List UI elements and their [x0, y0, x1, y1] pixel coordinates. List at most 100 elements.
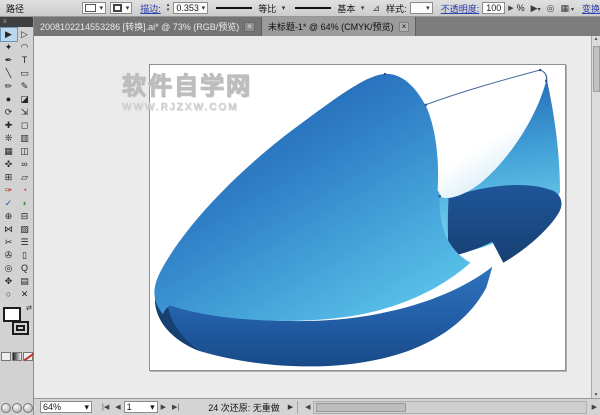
gradient-mode-button[interactable] — [12, 352, 22, 361]
scroll-right-icon[interactable]: ▶ — [592, 403, 597, 411]
column-graph-tool[interactable]: ▥ — [17, 132, 33, 145]
stroke-weight-select[interactable]: 0.353 ▾ — [173, 2, 208, 14]
tools-panel-header[interactable]: ≡ — [0, 17, 33, 27]
hand-tool[interactable]: ✥ — [1, 275, 17, 288]
zoom-tool[interactable]: Q — [17, 262, 33, 275]
page-number-value: 1 — [127, 402, 132, 412]
live-paint-selection-tool[interactable]: ◗ — [17, 197, 33, 210]
scissors-tool[interactable]: ✂ — [1, 236, 17, 249]
select-similar-icon[interactable]: ▶▾ — [531, 3, 541, 14]
width-profile-select[interactable]: 等比 ▾ — [256, 2, 287, 14]
stroke-weight-value: 0.353 — [176, 3, 199, 13]
width-profile-label: 等比 — [258, 2, 276, 15]
fill-color-swatch[interactable] — [3, 307, 21, 322]
eraser-tool[interactable]: ◪ — [17, 93, 33, 106]
none-mode-button[interactable] — [23, 352, 33, 361]
shoe-illustration[interactable] — [150, 65, 565, 370]
spinner-down-icon[interactable]: ▾ — [167, 8, 170, 13]
lasso-tool[interactable]: ◠ — [17, 41, 33, 54]
next-page-button[interactable]: ▶ — [161, 403, 166, 411]
recolor-artwork-icon[interactable]: ◎ — [547, 3, 555, 14]
artboard-tool[interactable]: ⊕ — [1, 210, 17, 223]
gradient-tool[interactable]: ◫ — [17, 145, 33, 158]
stroke-weight-stepper[interactable]: ▴ ▾ — [167, 3, 170, 13]
close-icon[interactable]: × — [399, 22, 410, 32]
screen-mode-row — [0, 403, 34, 413]
eyedropper-tool[interactable]: ✜ — [1, 158, 17, 171]
graph-style-tool[interactable]: ▤ — [17, 275, 33, 288]
shear-tool[interactable]: ▨ — [17, 223, 33, 236]
percent-label: % — [517, 3, 525, 13]
delete-anchor-tool[interactable]: ✕ — [17, 288, 33, 301]
shoe-heel-block[interactable] — [448, 185, 562, 263]
rotate-view-tool[interactable]: ◎ — [1, 262, 17, 275]
mesh-tool[interactable]: ▦ — [1, 145, 17, 158]
brush-definition-select[interactable]: 基本 ▾ — [335, 2, 366, 14]
perspective-grid-tool[interactable]: ▱ — [17, 171, 33, 184]
ellipse-tool[interactable]: ○ — [1, 288, 17, 301]
last-page-button[interactable]: ▶| — [172, 403, 179, 411]
envelope-distort-tool[interactable]: ⋈ — [1, 223, 17, 236]
scroll-up-icon[interactable]: ▲ — [594, 36, 599, 42]
vertical-scroll-thumb[interactable] — [593, 46, 600, 92]
color-mode-button[interactable] — [1, 352, 11, 361]
document-tab-2[interactable]: 未标题-1* @ 64% (CMYK/预览) × — [262, 17, 416, 36]
paintbrush-tool[interactable]: ✏ — [1, 80, 17, 93]
live-paint-bucket-tool[interactable]: ✓ — [1, 197, 17, 210]
vertical-scrollbar[interactable]: ▲ ▼ — [591, 36, 600, 398]
close-icon[interactable]: × — [244, 22, 255, 32]
transform-link[interactable]: 变换 — [582, 2, 600, 15]
slice-tool[interactable]: ⊟ — [17, 210, 33, 223]
line-segment-tool[interactable]: ╲ — [1, 67, 17, 80]
shoe-vamp[interactable] — [154, 74, 470, 321]
screen-mode-full-button[interactable] — [23, 403, 33, 413]
pen-tool[interactable]: ✒ — [1, 54, 17, 67]
first-page-button[interactable]: |◀ — [102, 403, 109, 411]
horizontal-scrollbar[interactable] — [313, 401, 586, 414]
screen-mode-normal-button[interactable] — [1, 403, 11, 413]
align-options-icon[interactable]: ▦·▾ — [560, 3, 574, 14]
width-tool[interactable]: ✚ — [1, 119, 17, 132]
artboard[interactable] — [149, 64, 566, 371]
pencil-tool[interactable]: ✎ — [17, 80, 33, 93]
scale-tool[interactable]: ⇲ — [17, 106, 33, 119]
scroll-left-icon[interactable]: ◀ — [305, 403, 310, 411]
page-number-select[interactable]: 1 ▾ — [124, 401, 158, 413]
document-tab-1[interactable]: 2008102214553286 [转换].ai* @ 73% (RGB/预览)… — [34, 17, 262, 36]
direct-selection-tool[interactable]: ▷ — [17, 28, 33, 41]
stroke-panel-link[interactable]: 描边: — [140, 2, 161, 15]
twirl-tool[interactable]: ◔ — [17, 184, 33, 197]
zoom-level-select[interactable]: 64% ▾ — [40, 401, 92, 413]
type-tool[interactable]: T — [17, 54, 33, 67]
chevron-down-icon: ▾ — [126, 4, 130, 12]
swap-colors-icon[interactable]: ⇄ — [26, 304, 32, 312]
screen-mode-menu-button[interactable] — [12, 403, 22, 413]
rotate-tool[interactable]: ⟳ — [1, 106, 17, 119]
free-transform-tool[interactable]: ◻ — [17, 119, 33, 132]
prev-page-button[interactable]: ◀ — [115, 403, 120, 411]
symbol-shifter-tool[interactable]: ✇ — [1, 249, 17, 262]
status-flyout-icon[interactable]: ▶ — [288, 403, 293, 411]
opacity-value-field[interactable]: 100 — [482, 2, 505, 14]
selection-tool[interactable]: ▶ — [1, 28, 17, 41]
reshape-tool[interactable]: ☰ — [17, 236, 33, 249]
fill-color-select[interactable]: ▾ — [82, 2, 106, 14]
print-tiling-tool[interactable]: ▯ — [17, 249, 33, 262]
opacity-stepper-icon[interactable]: ▶ — [508, 4, 513, 12]
stroke-color-swatch[interactable] — [12, 321, 29, 335]
horizontal-scroll-thumb[interactable] — [316, 403, 406, 412]
zoom-level-value: 64% — [43, 402, 61, 412]
chevron-down-icon: ▾ — [361, 4, 365, 12]
opacity-value: 100 — [486, 3, 501, 13]
shape-builder-tool[interactable]: ⊞ — [1, 171, 17, 184]
magic-wand-tool[interactable]: ✦ — [1, 41, 17, 54]
opacity-link[interactable]: 不透明度: — [441, 2, 480, 15]
symbol-sprayer-tool[interactable]: ❊ — [1, 132, 17, 145]
warp-tool[interactable]: ✑ — [1, 184, 17, 197]
stroke-color-select[interactable]: ▾ — [110, 2, 132, 14]
brush-options-icon[interactable]: ⊿ — [372, 3, 380, 14]
style-select[interactable]: ▾ — [410, 2, 432, 14]
blend-tool[interactable]: ∞ — [17, 158, 33, 171]
rectangle-tool[interactable]: ▭ — [17, 67, 33, 80]
blob-brush-tool[interactable]: ● — [1, 93, 17, 106]
